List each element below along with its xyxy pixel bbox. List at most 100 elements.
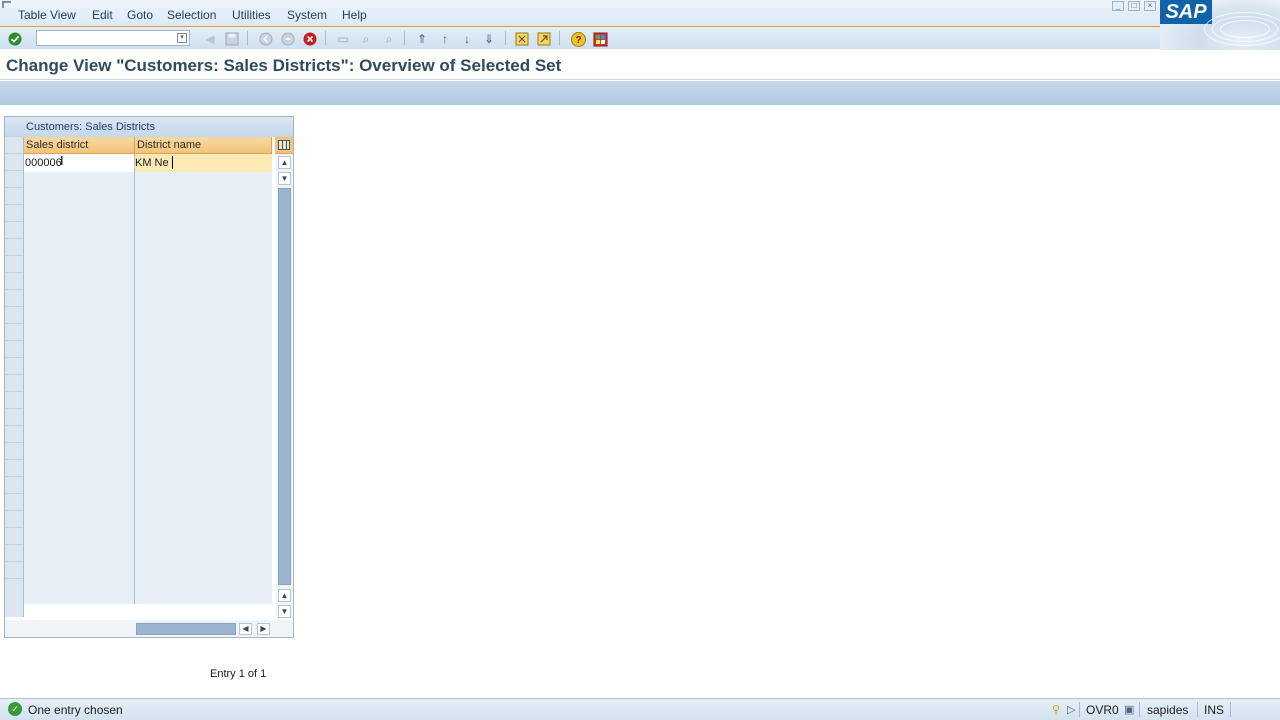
row-selector[interactable] [5, 273, 23, 290]
last-page-icon[interactable]: ⇓ [481, 31, 497, 47]
menu-goto[interactable]: Goto [127, 8, 153, 22]
sales-district-cell[interactable] [24, 496, 135, 514]
menu-edit[interactable]: Edit [92, 8, 113, 22]
back-icon[interactable] [258, 31, 274, 47]
scroll-right-icon[interactable]: ▶ [257, 623, 270, 635]
sales-district-cell[interactable]: I [24, 154, 135, 172]
district-name-cell[interactable] [135, 478, 272, 496]
district-name-cell[interactable] [135, 514, 272, 532]
district-name-cell[interactable] [135, 532, 272, 550]
find-icon[interactable]: ⌕ [358, 31, 374, 47]
sales-district-cell[interactable] [24, 190, 135, 208]
column-header-district-name[interactable]: District name [135, 137, 272, 154]
system-info-icon[interactable]: ⚲ [1052, 703, 1060, 716]
row-selector[interactable] [5, 494, 23, 511]
district-name-cell[interactable] [135, 154, 272, 172]
row-selector[interactable] [5, 443, 23, 460]
sales-district-cell[interactable] [24, 352, 135, 370]
row-selector[interactable] [5, 562, 23, 579]
district-name-cell[interactable] [135, 334, 272, 352]
help-icon[interactable]: ? [570, 31, 586, 47]
command-input[interactable] [37, 32, 175, 46]
save-icon[interactable] [224, 31, 240, 47]
row-selector[interactable] [5, 205, 23, 222]
district-name-cell[interactable] [135, 370, 272, 388]
close-window-icon[interactable]: × [1144, 1, 1156, 11]
horizontal-scroll-thumb[interactable] [136, 623, 236, 635]
sales-district-cell[interactable] [24, 262, 135, 280]
minimize-icon[interactable]: _ [1112, 1, 1124, 11]
insert-mode-field[interactable]: INS [1204, 703, 1224, 717]
sales-district-cell[interactable] [24, 586, 135, 604]
status-expand-icon[interactable]: ▷ [1067, 703, 1075, 716]
table-settings-button[interactable] [275, 137, 293, 154]
district-name-cell[interactable] [135, 460, 272, 478]
sales-district-cell[interactable] [24, 280, 135, 298]
district-name-cell[interactable] [135, 172, 272, 190]
district-name-cell[interactable] [135, 316, 272, 334]
sales-district-cell[interactable] [24, 388, 135, 406]
row-selector[interactable] [5, 188, 23, 205]
sales-district-cell[interactable] [24, 514, 135, 532]
sales-district-cell[interactable] [24, 550, 135, 568]
row-selector[interactable] [5, 375, 23, 392]
row-selector[interactable] [5, 341, 23, 358]
row-selector[interactable] [5, 511, 23, 528]
row-selector[interactable] [5, 426, 23, 443]
command-history-icon[interactable]: ▾ [177, 33, 187, 43]
district-name-cell[interactable] [135, 388, 272, 406]
sales-district-cell[interactable] [24, 244, 135, 262]
scroll-page-down-icon[interactable]: ▼ [278, 172, 291, 185]
shortcut-icon[interactable] [536, 31, 552, 47]
enter-icon[interactable] [7, 31, 23, 47]
row-selector[interactable] [5, 324, 23, 341]
sales-district-cell[interactable] [24, 334, 135, 352]
scroll-down-icon[interactable]: ▼ [278, 605, 291, 618]
sales-district-cell[interactable] [24, 568, 135, 586]
row-selector[interactable] [5, 392, 23, 409]
district-name-cell[interactable] [135, 496, 272, 514]
menu-table-view[interactable]: Table View [18, 8, 76, 22]
row-selector[interactable] [5, 222, 23, 239]
district-name-cell[interactable] [135, 568, 272, 586]
district-name-cell[interactable] [135, 280, 272, 298]
row-selector[interactable] [5, 256, 23, 273]
menu-system[interactable]: System [287, 8, 327, 22]
district-name-cell[interactable] [135, 208, 272, 226]
row-selector[interactable] [5, 460, 23, 477]
row-selector[interactable] [5, 154, 23, 171]
vertical-scroll-thumb[interactable] [278, 188, 291, 585]
sales-district-cell[interactable] [24, 460, 135, 478]
find-next-icon[interactable]: ⌕ [381, 31, 397, 47]
customize-layout-icon[interactable] [592, 31, 608, 47]
exit-icon[interactable] [280, 31, 296, 47]
row-selector[interactable] [5, 409, 23, 426]
sales-district-cell[interactable] [24, 172, 135, 190]
command-field[interactable]: ▾ [36, 30, 190, 46]
sales-district-cell[interactable] [24, 424, 135, 442]
scroll-up-icon[interactable]: ▲ [278, 156, 291, 169]
district-name-cell[interactable] [135, 550, 272, 568]
district-name-input[interactable] [135, 154, 272, 171]
previous-page-icon[interactable]: ↑ [437, 31, 453, 47]
row-selector[interactable] [5, 545, 23, 562]
district-name-cell[interactable] [135, 298, 272, 316]
sales-district-input[interactable] [24, 154, 134, 171]
row-selector[interactable] [5, 171, 23, 188]
row-selector[interactable] [5, 290, 23, 307]
row-selector[interactable] [5, 307, 23, 324]
district-name-cell[interactable] [135, 262, 272, 280]
sales-district-cell[interactable] [24, 208, 135, 226]
district-name-cell[interactable] [135, 226, 272, 244]
menu-help[interactable]: Help [342, 8, 367, 22]
sales-district-cell[interactable] [24, 406, 135, 424]
scroll-page-up-icon[interactable]: ▲ [278, 589, 291, 602]
server-icon[interactable]: ▣ [1124, 703, 1134, 716]
sales-district-cell[interactable] [24, 478, 135, 496]
system-menu-icon[interactable] [2, 1, 11, 8]
next-page-icon[interactable]: ↓ [459, 31, 475, 47]
first-page-icon[interactable]: ⇑ [414, 31, 430, 47]
create-session-icon[interactable] [514, 31, 530, 47]
cancel-icon[interactable] [302, 31, 318, 47]
sales-district-cell[interactable] [24, 442, 135, 460]
